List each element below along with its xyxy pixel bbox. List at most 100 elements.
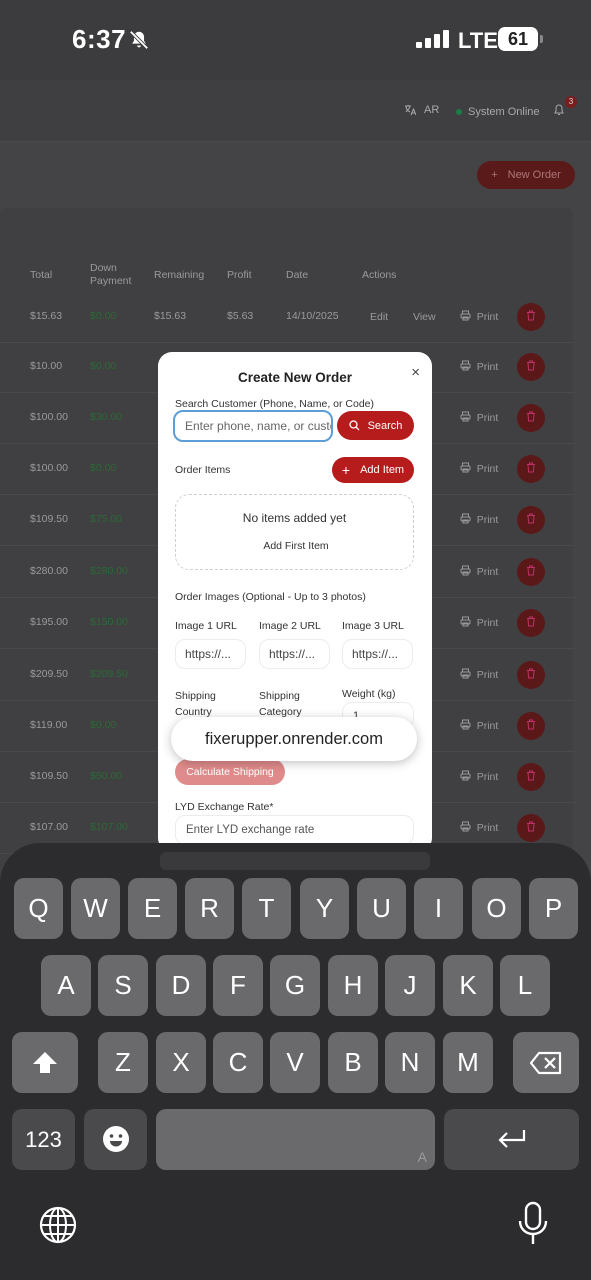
cell-total: $109.50 bbox=[30, 513, 68, 525]
key-y[interactable]: Y bbox=[300, 878, 349, 939]
close-icon[interactable]: × bbox=[411, 364, 420, 381]
delete-button[interactable] bbox=[517, 661, 545, 689]
system-status-text: System Online bbox=[468, 106, 540, 118]
cell-total: $100.00 bbox=[30, 411, 68, 423]
delete-button[interactable] bbox=[517, 609, 545, 637]
key-k[interactable]: K bbox=[443, 955, 493, 1016]
cell-down-payment: $75.00 bbox=[90, 513, 123, 525]
cell-down-payment: $30.00 bbox=[90, 411, 123, 423]
language-switch[interactable]: AR bbox=[404, 104, 439, 116]
microphone-icon[interactable] bbox=[516, 1201, 550, 1247]
delete-button[interactable] bbox=[517, 404, 545, 432]
key-i[interactable]: I bbox=[414, 878, 463, 939]
key-a[interactable]: A bbox=[41, 955, 91, 1016]
lyd-rate-input[interactable]: Enter LYD exchange rate bbox=[175, 815, 414, 845]
print-label: Print bbox=[476, 463, 499, 475]
key-u[interactable]: U bbox=[357, 878, 406, 939]
print-button[interactable]: Print bbox=[448, 813, 510, 843]
add-first-item-button[interactable]: Add First Item bbox=[249, 535, 343, 557]
trash-icon bbox=[526, 666, 536, 684]
delete-button[interactable] bbox=[517, 814, 545, 842]
printer-icon bbox=[460, 513, 471, 527]
key-s[interactable]: S bbox=[98, 955, 148, 1016]
key-d[interactable]: D bbox=[156, 955, 206, 1016]
calculate-shipping-button[interactable]: Calculate Shipping bbox=[175, 759, 285, 785]
cell-down-payment: $50.00 bbox=[90, 770, 123, 782]
space-key[interactable]: A bbox=[156, 1109, 435, 1170]
print-button[interactable]: Print bbox=[448, 557, 510, 587]
key-r[interactable]: R bbox=[185, 878, 234, 939]
print-button[interactable]: Print bbox=[448, 403, 510, 433]
key-h[interactable]: H bbox=[328, 955, 378, 1016]
cell-total: $209.50 bbox=[30, 668, 68, 680]
key-n[interactable]: N bbox=[385, 1032, 435, 1093]
key-t[interactable]: T bbox=[242, 878, 291, 939]
delete-button[interactable] bbox=[517, 506, 545, 534]
shift-key[interactable] bbox=[12, 1032, 78, 1093]
image-2-url-input[interactable]: https://... bbox=[259, 639, 330, 669]
trash-icon bbox=[526, 511, 536, 529]
key-m[interactable]: M bbox=[443, 1032, 493, 1093]
key-l[interactable]: L bbox=[500, 955, 550, 1016]
print-label: Print bbox=[476, 412, 499, 424]
key-j[interactable]: J bbox=[385, 955, 435, 1016]
print-button[interactable]: Print bbox=[448, 762, 510, 792]
search-button[interactable]: Search bbox=[337, 411, 414, 440]
edit-button[interactable]: Edit bbox=[360, 304, 398, 330]
add-item-label: Add Item bbox=[360, 464, 405, 476]
print-button[interactable]: Print bbox=[448, 711, 510, 741]
print-button[interactable]: Print bbox=[448, 302, 510, 332]
delete-button[interactable] bbox=[517, 353, 545, 381]
keyboard-suggestion-strip bbox=[160, 852, 430, 870]
key-v[interactable]: V bbox=[270, 1032, 320, 1093]
cell-down-payment: $0.00 bbox=[90, 719, 117, 731]
delete-button[interactable] bbox=[517, 558, 545, 586]
print-button[interactable]: Print bbox=[448, 352, 510, 382]
print-button[interactable]: Print bbox=[448, 660, 510, 690]
space-hint: A bbox=[417, 1149, 427, 1165]
print-label: Print bbox=[476, 514, 499, 526]
key-b[interactable]: B bbox=[328, 1032, 378, 1093]
numbers-key[interactable]: 123 bbox=[12, 1109, 75, 1170]
new-order-button[interactable]: + New Order bbox=[477, 161, 575, 189]
url-bar[interactable]: fixerupper.onrender.com bbox=[171, 717, 417, 761]
trash-icon bbox=[526, 819, 536, 837]
return-key[interactable] bbox=[444, 1109, 579, 1170]
key-f[interactable]: F bbox=[213, 955, 263, 1016]
printer-icon bbox=[460, 310, 471, 324]
image-2-label: Image 2 URL bbox=[259, 620, 321, 632]
customer-search-input[interactable]: Enter phone, name, or customer code bbox=[173, 410, 333, 442]
print-label: Print bbox=[476, 566, 499, 578]
trash-icon bbox=[526, 563, 536, 581]
delete-button[interactable] bbox=[517, 712, 545, 740]
add-item-button[interactable]: + Add Item bbox=[332, 457, 414, 483]
key-q[interactable]: Q bbox=[14, 878, 63, 939]
globe-icon[interactable] bbox=[38, 1205, 78, 1245]
print-label: Print bbox=[476, 822, 499, 834]
image-3-url-input[interactable]: https://... bbox=[342, 639, 413, 669]
trash-icon bbox=[526, 460, 536, 478]
printer-icon bbox=[460, 821, 471, 835]
print-button[interactable]: Print bbox=[448, 454, 510, 484]
key-x[interactable]: X bbox=[156, 1032, 206, 1093]
image-1-url-input[interactable]: https://... bbox=[175, 639, 246, 669]
key-w[interactable]: W bbox=[71, 878, 120, 939]
key-c[interactable]: C bbox=[213, 1032, 263, 1093]
delete-button[interactable] bbox=[517, 763, 545, 791]
delete-button[interactable] bbox=[517, 455, 545, 483]
cell-total: $10.00 bbox=[30, 360, 63, 372]
delete-button[interactable] bbox=[517, 303, 545, 331]
print-button[interactable]: Print bbox=[448, 505, 510, 535]
key-z[interactable]: Z bbox=[98, 1032, 148, 1093]
print-button[interactable]: Print bbox=[448, 608, 510, 638]
key-o[interactable]: O bbox=[472, 878, 521, 939]
key-p[interactable]: P bbox=[529, 878, 578, 939]
key-e[interactable]: E bbox=[128, 878, 177, 939]
backspace-key[interactable] bbox=[513, 1032, 579, 1093]
image-1-label: Image 1 URL bbox=[175, 620, 237, 632]
key-g[interactable]: G bbox=[270, 955, 320, 1016]
emoji-key[interactable] bbox=[84, 1109, 147, 1170]
notification-bell-icon[interactable] bbox=[553, 104, 565, 119]
view-button[interactable]: View bbox=[403, 304, 446, 330]
app-header: AR System Online 3 bbox=[0, 80, 591, 142]
